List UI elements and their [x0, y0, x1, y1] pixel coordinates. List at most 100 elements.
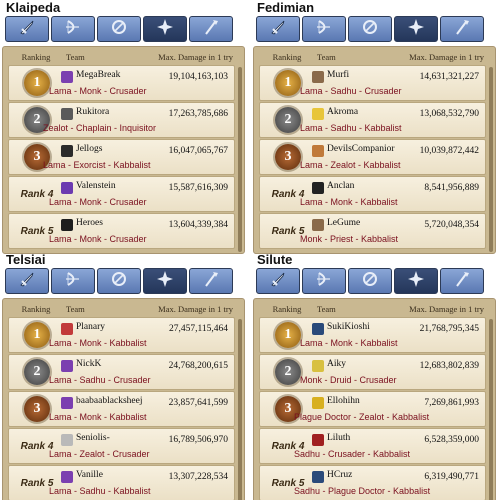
team-emblem-icon	[312, 471, 324, 483]
team-classes: Lama - Monk - Kabbalist	[49, 338, 147, 348]
tab-cross[interactable]	[394, 268, 438, 294]
team-name[interactable]: Jellogs	[76, 144, 102, 154]
table-row[interactable]: 3 DevilsCompanior 10,039,872,442 Lama - Zea…	[259, 139, 486, 175]
tab-cross[interactable]	[143, 268, 187, 294]
tab-cross[interactable]	[143, 16, 187, 42]
team-name[interactable]: baabaablacksheej	[76, 396, 142, 406]
table-row[interactable]: 2 Aiky 12,683,802,839 Monk - Druid - Crusad…	[259, 354, 486, 390]
table-row[interactable]: Rank 5 Vanille 13,307,228,534 Lama - Sadhu …	[8, 465, 235, 500]
team-classes: Lama - Sadhu - Kabbalist	[300, 123, 402, 133]
table-row[interactable]: 1 MegaBreak 19,104,163,103 Lama - Monk - Cr…	[8, 65, 235, 101]
team-name[interactable]: Akroma	[327, 107, 358, 117]
shield-icon	[360, 269, 380, 294]
team-name[interactable]: Liluth	[327, 433, 350, 443]
team-name[interactable]: Ellohihn	[327, 396, 360, 406]
table-row[interactable]: 3 Jellogs 16,047,065,767 Lama - Exorcist - …	[8, 139, 235, 175]
team-name[interactable]: SukiKioshi	[327, 322, 370, 332]
team-name[interactable]: HCruz	[327, 470, 352, 480]
table-row[interactable]: Rank 4 Anclan 8,541,956,889 Lama - Monk - K…	[259, 176, 486, 212]
class-tabs	[2, 16, 245, 42]
tab-staff[interactable]	[189, 16, 233, 42]
gold-medal-icon: 1	[24, 322, 50, 348]
tab-bow[interactable]	[51, 16, 95, 42]
team-classes: Monk - Druid - Crusader	[300, 375, 397, 385]
sword-icon	[17, 269, 37, 294]
ranking-board[interactable]: Ranking Team Max. Damage in 1 try 1 MegaBrea…	[2, 46, 245, 254]
tab-sword[interactable]	[256, 268, 300, 294]
table-row[interactable]: 3 Ellohihn 7,269,861,993 Plague Doctor - Ze…	[259, 391, 486, 427]
shield-icon	[109, 269, 129, 294]
table-row[interactable]: 1 SukiKioshi 21,768,795,345 Lama - Monk - K…	[259, 317, 486, 353]
table-row[interactable]: 2 Akroma 13,068,532,790 Lama - Sadhu - Kabb…	[259, 102, 486, 138]
tab-sword[interactable]	[256, 16, 300, 42]
table-row[interactable]: Rank 5 HCruz 6,319,490,771 Sadhu - Plague D…	[259, 465, 486, 500]
tab-shield[interactable]	[348, 16, 392, 42]
table-row[interactable]: Rank 5 Heroes 13,604,339,384 Lama - Monk - …	[8, 213, 235, 249]
column-header: Ranking Team Max. Damage in 1 try	[259, 301, 486, 317]
max-damage-value: 7,269,861,993	[424, 398, 479, 408]
shield-icon	[360, 17, 380, 42]
team-name[interactable]: Aiky	[327, 359, 346, 369]
server-title: Klaipeda	[6, 0, 61, 15]
tab-staff[interactable]	[189, 268, 233, 294]
tab-bow[interactable]	[302, 16, 346, 42]
server-title: Fedimian	[257, 0, 315, 15]
max-damage-value: 13,307,228,534	[168, 472, 228, 482]
team-name[interactable]: Murfi	[327, 70, 349, 80]
server-panel-telsiai: Telsiai Ranking Team Max. Damage in 1 try 1 P…	[2, 252, 245, 500]
class-tabs	[2, 268, 245, 294]
table-row[interactable]: Rank 4 Liluth 6,528,359,000 Sadhu - Crusade…	[259, 428, 486, 464]
table-row[interactable]: 2 Rukitora 17,263,785,686 Zealot - Chaplain…	[8, 102, 235, 138]
bronze-medal-icon: 3	[24, 396, 50, 422]
bow-icon	[314, 269, 334, 294]
table-row[interactable]: Rank 5 LeGume 5,720,048,354 Monk - Priest -…	[259, 213, 486, 249]
team-column-header: Team	[66, 304, 85, 314]
tab-cross[interactable]	[394, 16, 438, 42]
team-name[interactable]: Rukitora	[76, 107, 109, 117]
team-name[interactable]: MegaBreak	[76, 70, 120, 80]
damage-column-header: Max. Damage in 1 try	[409, 52, 484, 62]
team-name[interactable]: Vanille	[76, 470, 103, 480]
team-classes: Lama - Zealot - Kabbalist	[300, 160, 401, 170]
team-classes: Lama - Monk - Crusader	[49, 234, 147, 244]
team-name[interactable]: Seniolis-	[76, 433, 110, 443]
max-damage-value: 8,541,956,889	[424, 183, 479, 193]
team-name[interactable]: Planary	[76, 322, 105, 332]
cross-icon	[155, 17, 175, 42]
team-name[interactable]: DevilsCompanior	[327, 144, 395, 154]
max-damage-value: 17,263,785,686	[168, 109, 228, 119]
table-row[interactable]: 2 NickK 24,768,200,615 Lama - Sadhu - Crusa…	[8, 354, 235, 390]
team-classes: Lama - Monk - Crusader	[49, 86, 147, 96]
tab-staff[interactable]	[440, 268, 484, 294]
tab-bow[interactable]	[302, 268, 346, 294]
team-emblem-icon	[61, 219, 73, 231]
table-row[interactable]: 3 baabaablacksheej 23,857,641,599 Lama - Mo…	[8, 391, 235, 427]
team-column-header: Team	[317, 52, 336, 62]
team-name[interactable]: NickK	[76, 359, 101, 369]
table-row[interactable]: 1 Murfi 14,631,321,227 Lama - Sadhu - Crusa…	[259, 65, 486, 101]
table-row[interactable]: Rank 4 Seniolis- 16,789,506,970 Lama - Zeal…	[8, 428, 235, 464]
ranking-board[interactable]: Ranking Team Max. Damage in 1 try 1 SukiKios…	[253, 298, 496, 500]
team-emblem-icon	[312, 397, 324, 409]
table-row[interactable]: 1 Planary 27,457,115,464 Lama - Monk - Kabb…	[8, 317, 235, 353]
team-name[interactable]: Anclan	[327, 181, 354, 191]
tab-shield[interactable]	[97, 268, 141, 294]
tab-shield[interactable]	[348, 268, 392, 294]
staff-icon	[201, 269, 221, 294]
team-name[interactable]: Heroes	[76, 218, 103, 228]
team-name[interactable]: Valenstein	[76, 181, 116, 191]
team-classes: Lama - Sadhu - Crusader	[49, 375, 151, 385]
tab-shield[interactable]	[97, 16, 141, 42]
tab-sword[interactable]	[5, 16, 49, 42]
team-name[interactable]: LeGume	[327, 218, 360, 228]
tab-sword[interactable]	[5, 268, 49, 294]
tab-staff[interactable]	[440, 16, 484, 42]
table-row[interactable]: Rank 4 Valenstein 15,587,616,309 Lama - Mon…	[8, 176, 235, 212]
team-emblem-icon	[312, 323, 324, 335]
team-classes: Lama - Monk - Kabbalist	[300, 197, 398, 207]
tab-bow[interactable]	[51, 268, 95, 294]
ranking-board[interactable]: Ranking Team Max. Damage in 1 try 1 Planary 2…	[2, 298, 245, 500]
sword-icon	[268, 269, 288, 294]
ranking-board[interactable]: Ranking Team Max. Damage in 1 try 1 Murfi 14,…	[253, 46, 496, 254]
damage-column-header: Max. Damage in 1 try	[158, 304, 233, 314]
